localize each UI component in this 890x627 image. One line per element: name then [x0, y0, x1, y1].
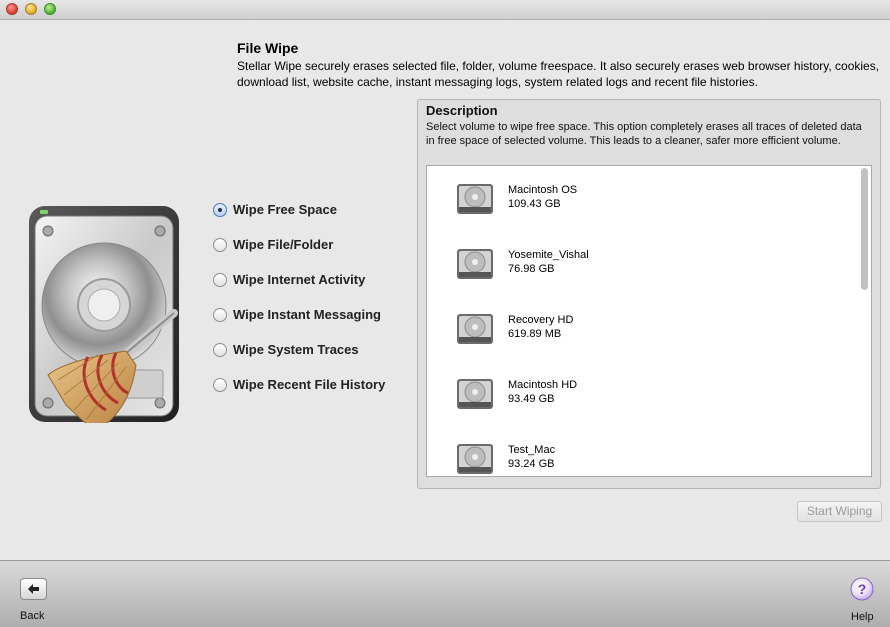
maximize-window-button[interactable] — [44, 3, 56, 15]
option-label: Wipe Instant Messaging — [233, 307, 381, 322]
volume-size: 93.24 GB — [508, 458, 555, 470]
help-label: Help — [851, 611, 874, 623]
option-label: Wipe Free Space — [233, 202, 337, 217]
option-wipe-internet-activity[interactable]: Wipe Internet Activity — [213, 262, 385, 297]
radio-icon[interactable] — [213, 272, 227, 287]
volume-size: 93.49 GB — [508, 393, 555, 405]
option-wipe-free-space[interactable]: Wipe Free Space — [213, 192, 385, 227]
volume-name: Yosemite_Vishal — [508, 249, 589, 261]
hard-drive-broom-illustration — [29, 206, 179, 423]
page-description: Stellar Wipe securely erases selected fi… — [237, 59, 880, 89]
volume-size: 619.89 MB — [508, 328, 562, 340]
volume-name: Macintosh HD — [508, 379, 578, 391]
volume-size: 76.98 GB — [508, 263, 555, 275]
radio-icon[interactable] — [213, 342, 227, 357]
option-wipe-file-folder[interactable]: Wipe File/Folder — [213, 227, 385, 262]
volume-item[interactable]: Macintosh OS 109.43 GB — [427, 166, 857, 226]
volume-name: Test_Mac — [508, 444, 556, 456]
back-arrow-icon — [28, 584, 39, 594]
radio-selected-icon[interactable] — [213, 202, 227, 217]
start-wiping-button[interactable]: Start Wiping — [797, 501, 882, 522]
option-wipe-instant-messaging[interactable]: Wipe Instant Messaging — [213, 297, 385, 332]
description-panel: Description Select volume to wipe free s… — [417, 99, 881, 489]
volume-item[interactable]: Macintosh HD 93.49 GB — [427, 361, 857, 421]
volume-list-scrollbar[interactable] — [860, 168, 869, 474]
radio-icon[interactable] — [213, 307, 227, 322]
scrollbar-thumb[interactable] — [861, 168, 868, 290]
option-label: Wipe Internet Activity — [233, 272, 366, 287]
option-label: Wipe Recent File History — [233, 377, 386, 392]
hard-drive-icon — [457, 184, 493, 214]
title-bar — [0, 0, 890, 20]
hard-drive-icon — [457, 379, 493, 409]
back-button[interactable] — [20, 578, 47, 600]
option-label: Wipe File/Folder — [233, 237, 334, 252]
volume-size: 109.43 GB — [508, 198, 561, 210]
main-content: File Wipe Stellar Wipe securely erases s… — [0, 20, 890, 560]
back-label: Back — [20, 610, 45, 622]
hard-drive-icon — [457, 314, 493, 344]
bottom-toolbar: Back ? Help — [0, 560, 890, 627]
description-title: Description — [426, 103, 498, 118]
volume-item[interactable]: Yosemite_Vishal 76.98 GB — [427, 231, 857, 291]
option-wipe-system-traces[interactable]: Wipe System Traces — [213, 332, 385, 367]
radio-icon[interactable] — [213, 237, 227, 252]
description-text: Select volume to wipe free space. This o… — [426, 121, 862, 147]
radio-icon[interactable] — [213, 377, 227, 392]
minimize-window-button[interactable] — [25, 3, 37, 15]
volume-name: Macintosh OS — [508, 184, 578, 196]
volume-name: Recovery HD — [508, 314, 574, 326]
help-icon[interactable]: ? — [850, 577, 874, 601]
option-wipe-recent-file-history[interactable]: Wipe Recent File History — [213, 367, 385, 402]
wipe-options: Wipe Free Space Wipe File/Folder Wipe In… — [213, 192, 385, 402]
volume-item[interactable]: Recovery HD 619.89 MB — [427, 296, 857, 356]
hard-drive-icon — [457, 249, 493, 279]
volume-list[interactable]: Macintosh OS 109.43 GB Yosemite_Vishal 7… — [426, 165, 872, 477]
page-title: File Wipe — [237, 40, 299, 56]
hard-drive-icon — [457, 444, 493, 474]
app-window: File Wipe Stellar Wipe securely erases s… — [0, 0, 890, 627]
volume-item[interactable]: Test_Mac 93.24 GB — [427, 426, 857, 476]
close-window-button[interactable] — [6, 3, 18, 15]
svg-text:?: ? — [858, 581, 867, 597]
option-label: Wipe System Traces — [233, 342, 359, 357]
